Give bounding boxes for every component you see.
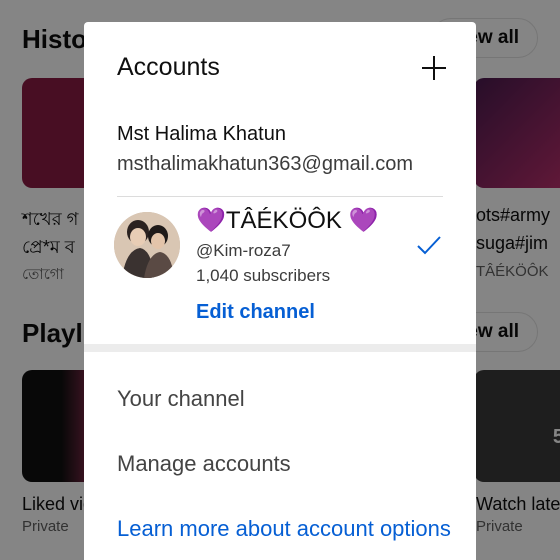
accounts-title: Accounts	[117, 53, 220, 81]
edit-channel-link[interactable]: Edit channel	[196, 301, 315, 324]
channel-subscribers: 1,040 subscribers	[196, 266, 331, 285]
divider	[117, 196, 443, 197]
account-email: msthalimakhatun363@gmail.com	[117, 153, 413, 175]
your-channel-item[interactable]: Your channel	[117, 386, 245, 412]
avatar-image	[114, 212, 180, 278]
learn-more-link[interactable]: Learn more about account options	[117, 516, 467, 542]
channel-avatar	[114, 212, 180, 278]
section-separator	[84, 344, 476, 352]
channel-handle: @Kim-roza7	[196, 241, 291, 260]
account-name: Mst Halima Khatun	[117, 123, 286, 145]
add-account-plus-icon[interactable]	[420, 54, 448, 82]
accounts-sheet: Accounts Mst Halima Khatun msthalimakhat…	[84, 22, 476, 560]
manage-accounts-item[interactable]: Manage accounts	[117, 451, 291, 477]
selected-check-icon	[417, 236, 441, 255]
channel-name: 💜TÂÉKÖÔK 💜	[196, 207, 379, 234]
